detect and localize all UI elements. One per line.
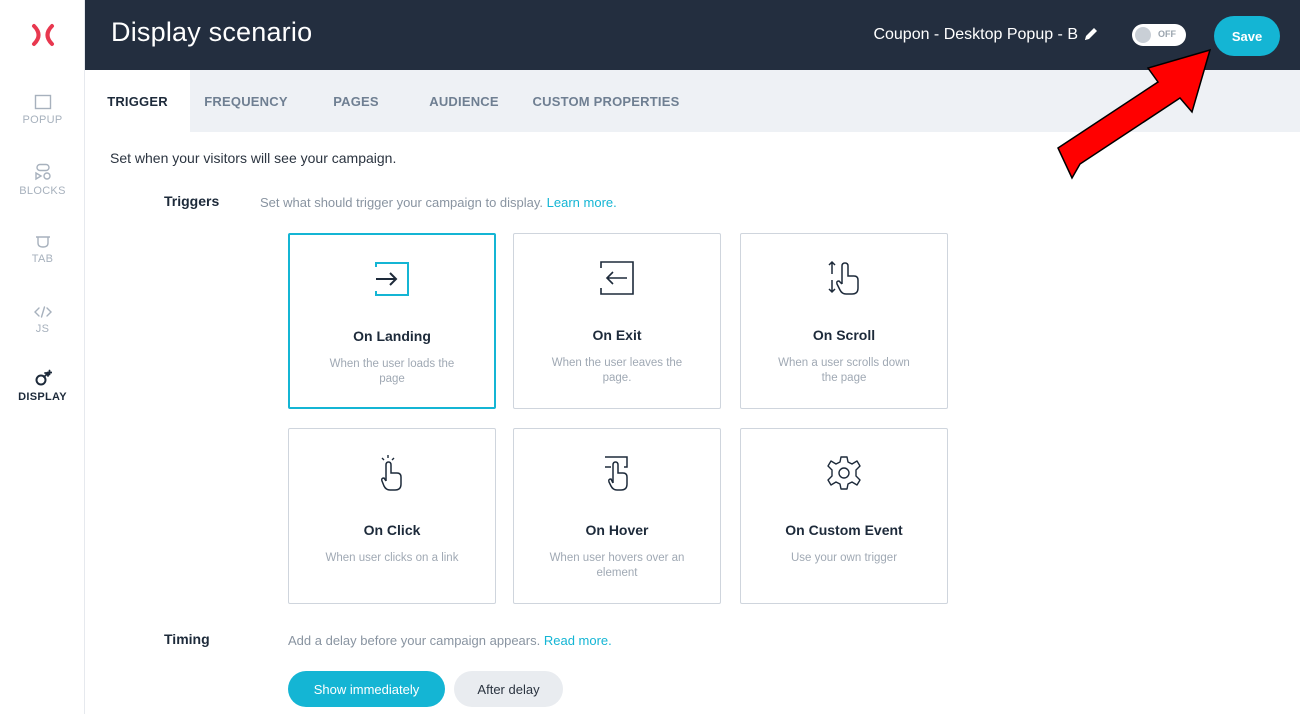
trigger-card-on-landing[interactable]: On Landing When the user loads the page: [288, 233, 496, 409]
sidebar-item-label: POPUP: [22, 114, 63, 126]
card-title: On Hover: [585, 522, 649, 538]
card-description: When user clicks on a link: [325, 552, 459, 564]
trigger-card-on-exit[interactable]: On Exit When the user leaves the page.: [513, 233, 721, 409]
card-description: When the user leaves the page.: [551, 357, 683, 384]
code-icon: [33, 306, 52, 318]
scroll-icon: [828, 260, 859, 295]
trigger-card-on-click[interactable]: On Click When user clicks on a link: [288, 428, 496, 604]
timing-description-text: Add a delay before your campaign appears…: [288, 633, 541, 648]
triggers-description-text: Set what should trigger your campaign to…: [260, 195, 544, 210]
sidebar-item-label: TAB: [31, 253, 54, 265]
landing-icon: [375, 262, 409, 296]
card-title: On Scroll: [812, 327, 876, 343]
trigger-card-on-custom-event[interactable]: On Custom Event Use your own trigger: [740, 428, 948, 604]
sidebar-item-tab[interactable]: TAB: [0, 222, 85, 278]
card-title: On Exit: [592, 327, 642, 343]
sidebar-item-display[interactable]: DISPLAY: [0, 358, 85, 414]
after-delay-button[interactable]: After delay: [454, 671, 563, 707]
intro-text: Set when your visitors will see your cam…: [110, 150, 397, 166]
click-icon: [381, 455, 402, 491]
hover-icon: [605, 456, 628, 491]
timing-description: Add a delay before your campaign appears…: [288, 633, 612, 648]
annotation-arrow-icon: [1057, 48, 1212, 180]
card-title: On Landing: [353, 328, 431, 344]
learn-more-link[interactable]: Learn more.: [547, 195, 617, 210]
tab-frequency[interactable]: FREQUENCY: [190, 70, 302, 132]
tab-custom-properties[interactable]: CUSTOM PROPERTIES: [518, 70, 694, 132]
tab-trigger[interactable]: TRIGGER: [85, 70, 190, 132]
tab-pages[interactable]: PAGES: [302, 70, 410, 132]
logo-icon: [31, 24, 54, 46]
popup-icon: [34, 94, 51, 110]
triggers-label: Triggers: [164, 193, 220, 209]
sidebar-item-popup[interactable]: POPUP: [0, 82, 85, 138]
trigger-card-on-scroll[interactable]: On Scroll When a user scrolls down the p…: [740, 233, 948, 409]
sidebar-item-js[interactable]: JS: [0, 292, 85, 348]
blocks-icon: [34, 163, 51, 181]
triggers-description: Set what should trigger your campaign to…: [260, 195, 617, 210]
tab-icon: [35, 236, 50, 248]
campaign-name: Coupon - Desktop Popup - B: [873, 26, 1078, 43]
card-description: When the user loads the page: [329, 358, 455, 385]
card-description: Use your own trigger: [790, 552, 898, 564]
tab-audience[interactable]: AUDIENCE: [410, 70, 518, 132]
exit-icon: [600, 261, 634, 295]
sidebar: POPUP BLOCKS TAB JS DISPLAY: [0, 0, 85, 714]
sidebar-item-blocks[interactable]: BLOCKS: [0, 152, 85, 208]
card-title: On Click: [363, 522, 421, 538]
card-description: When a user scrolls down the page: [778, 357, 910, 384]
page-title: Display scenario: [111, 17, 313, 47]
trigger-card-on-hover[interactable]: On Hover When user hovers over an elemen…: [513, 428, 721, 604]
display-icon: [35, 369, 52, 386]
card-title: On Custom Event: [785, 522, 903, 538]
sidebar-item-label: BLOCKS: [19, 185, 66, 197]
read-more-link[interactable]: Read more.: [544, 633, 612, 648]
sidebar-item-label: DISPLAY: [18, 391, 67, 403]
card-description: When user hovers over an element: [549, 552, 685, 579]
sidebar-item-label: JS: [35, 323, 50, 335]
gear-icon: [827, 456, 861, 490]
show-immediately-button[interactable]: Show immediately: [288, 671, 445, 707]
timing-label: Timing: [164, 631, 210, 647]
app-logo[interactable]: [0, 0, 85, 70]
